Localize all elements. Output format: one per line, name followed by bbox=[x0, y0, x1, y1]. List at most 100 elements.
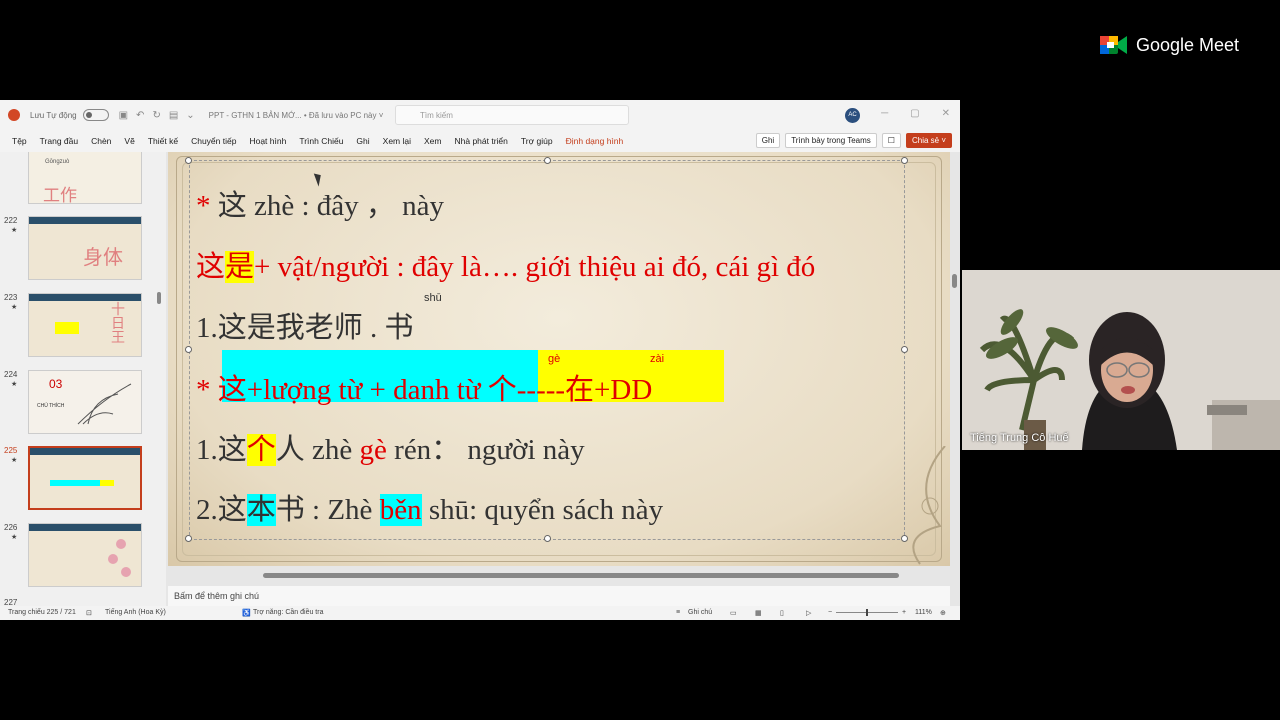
slide-thumbnail[interactable]: 03 CHÚ THÍCH bbox=[28, 370, 142, 434]
thumbnail-scrollbar[interactable] bbox=[157, 292, 161, 304]
bullet-star: * bbox=[196, 190, 211, 222]
save-icon[interactable]: ▣ bbox=[119, 110, 128, 121]
thumbnail-highlight bbox=[50, 480, 100, 486]
present-in-teams-button[interactable]: Trình bày trong Teams bbox=[785, 133, 877, 148]
powerpoint-logo-icon bbox=[8, 109, 20, 121]
resize-handle[interactable] bbox=[544, 535, 551, 542]
pinyin-annotation: gè bbox=[548, 353, 561, 365]
line-text: gè bbox=[359, 434, 387, 466]
transition-star-icon: ★ bbox=[11, 534, 18, 541]
highlighted-text: 本 bbox=[246, 494, 276, 526]
slide-thumbnail[interactable]: 十日王 bbox=[28, 293, 142, 357]
scroll-thumb[interactable] bbox=[263, 573, 899, 578]
slide-thumbnails-panel[interactable]: 工作 Gōngzuò 222 ★ 身体 223 ★ 十日王 224 ★ 03 C… bbox=[0, 152, 166, 606]
fit-slide-icon[interactable]: ⊕ bbox=[940, 609, 946, 617]
slide-number: 227 bbox=[4, 598, 18, 606]
tab-record[interactable]: Ghi bbox=[356, 136, 369, 146]
document-title[interactable]: PPT - GTHN 1 BẢN MỚ... • Đã lưu vào PC n… bbox=[209, 111, 384, 120]
more-icon[interactable]: ⌄ bbox=[186, 110, 194, 121]
participant-video-frame bbox=[962, 270, 1280, 450]
tab-shape-format[interactable]: Định dạng hình bbox=[566, 136, 624, 146]
resize-handle[interactable] bbox=[901, 157, 908, 164]
tab-developer[interactable]: Nhà phát triển bbox=[454, 136, 507, 146]
slide-vertical-scrollbar[interactable] bbox=[950, 152, 960, 566]
slide-line-2: 这是+ vật/người : đây là…. giới thiệu ai đ… bbox=[196, 243, 815, 285]
resize-handle[interactable] bbox=[185, 535, 192, 542]
normal-view-icon[interactable]: ▭ bbox=[730, 609, 737, 617]
slide-number: 223 bbox=[4, 293, 18, 302]
resize-handle[interactable] bbox=[901, 535, 908, 542]
scroll-thumb[interactable] bbox=[952, 274, 957, 288]
highlighted-text: 是 bbox=[225, 251, 255, 283]
slide-thumbnail[interactable] bbox=[28, 523, 142, 587]
tab-review[interactable]: Xem lại bbox=[383, 136, 411, 146]
notes-toggle[interactable]: Ghi chú bbox=[688, 609, 712, 616]
pinyin-annotation: zài bbox=[650, 353, 665, 365]
resize-handle[interactable] bbox=[185, 157, 192, 164]
redo-icon[interactable]: ↻ bbox=[152, 110, 160, 121]
slide-thumbnail[interactable]: 工作 Gōngzuò bbox=[28, 152, 142, 204]
slide-thumbnail[interactable]: 身体 bbox=[28, 216, 142, 280]
zoom-out-icon[interactable]: − bbox=[828, 609, 832, 616]
slide-line-4: * 这+lượng từ + danh từ 个-----在+DD bbox=[196, 366, 652, 408]
tab-design[interactable]: Thiết kế bbox=[148, 136, 178, 146]
slide-sorter-icon[interactable]: ▦ bbox=[755, 609, 762, 617]
line-text: 2.这 bbox=[196, 494, 247, 526]
thumbnail-text: CHÚ THÍCH bbox=[37, 403, 65, 409]
meet-brand-text: Google Meet bbox=[1136, 34, 1240, 55]
participant-video-tile[interactable]: Tiếng Trung Cô Huế bbox=[962, 270, 1280, 450]
slideshow-icon[interactable]: ▤ bbox=[169, 110, 178, 121]
slide-number: 225 bbox=[4, 446, 18, 455]
slide-line-1: * 这 zhè : đây ， này bbox=[196, 182, 444, 224]
user-avatar[interactable]: AC bbox=[845, 108, 860, 123]
slideshow-view-icon[interactable]: ▷ bbox=[806, 609, 811, 617]
ribbon-tabs: Tệp Trang đầu Chèn Vẽ Thiết kế Chuyển ti… bbox=[0, 130, 960, 152]
zoom-slider-thumb[interactable] bbox=[866, 609, 868, 616]
line-text: 书 : Zhè bbox=[275, 494, 380, 526]
thumbnail-text: 03 bbox=[49, 377, 63, 391]
line-text: 1.这是我老师 . 书 bbox=[196, 312, 414, 344]
tab-help[interactable]: Trợ giúp bbox=[521, 136, 553, 146]
zoom-level[interactable]: 111% bbox=[915, 609, 932, 616]
pinyin-annotation: shū bbox=[424, 292, 442, 304]
resize-handle[interactable] bbox=[544, 157, 551, 164]
thumbnail-header bbox=[29, 524, 141, 531]
status-bar: Trang chiếu 225 / 721 ⊡ Tiếng Anh (Hoa K… bbox=[0, 606, 960, 620]
tab-transitions[interactable]: Chuyển tiếp bbox=[191, 136, 236, 146]
autosave-toggle[interactable] bbox=[82, 109, 109, 121]
screen: Google Meet Tiếng Trung Cô Huế Lưu Tự độ… bbox=[0, 0, 1280, 720]
tab-home[interactable]: Trang đầu bbox=[40, 136, 78, 146]
slide-counter: Trang chiếu 225 / 721 bbox=[8, 609, 76, 616]
resize-handle[interactable] bbox=[901, 346, 908, 353]
notes-pane[interactable]: Bấm để thêm ghi chú bbox=[168, 586, 950, 606]
meet-camera-icon bbox=[1100, 36, 1127, 54]
tab-file[interactable]: Tệp bbox=[12, 136, 27, 146]
share-button[interactable]: Chia sẻ ˅ bbox=[905, 133, 952, 148]
slide-horizontal-scrollbar[interactable] bbox=[168, 570, 950, 582]
comments-icon[interactable]: ☐ bbox=[881, 133, 901, 148]
maximize-icon[interactable]: ▢ bbox=[910, 108, 919, 119]
close-icon[interactable]: ✕ bbox=[942, 108, 950, 119]
tab-view[interactable]: Xem bbox=[424, 136, 441, 146]
zoom-in-icon[interactable]: + bbox=[902, 609, 906, 616]
tab-draw[interactable]: Vẽ bbox=[124, 136, 134, 146]
spellcheck-icon[interactable]: ⊡ bbox=[86, 609, 92, 617]
accessibility-status[interactable]: Trợ năng: Cần điều tra bbox=[253, 609, 323, 616]
slide-line-3: 1.这是我老师 . 书 bbox=[196, 304, 414, 346]
accessibility-icon: ♿ bbox=[242, 610, 251, 617]
undo-icon[interactable]: ↶ bbox=[136, 110, 144, 121]
reading-view-icon[interactable]: ▯ bbox=[780, 609, 784, 617]
thumbnail-text: 身体 bbox=[83, 247, 123, 269]
line-text: shū: quyển sách này bbox=[421, 494, 664, 526]
tab-animations[interactable]: Hoạt hình bbox=[249, 136, 286, 146]
tab-insert[interactable]: Chèn bbox=[91, 136, 111, 146]
minimize-icon[interactable]: ─ bbox=[881, 108, 888, 119]
slide-number: 226 bbox=[4, 523, 18, 532]
tab-slideshow[interactable]: Trình Chiếu bbox=[299, 136, 343, 146]
search-box[interactable]: Tìm kiếm bbox=[395, 105, 629, 125]
language-indicator[interactable]: Tiếng Anh (Hoa Kỳ) bbox=[105, 609, 166, 616]
resize-handle[interactable] bbox=[185, 346, 192, 353]
line-text: 这 bbox=[196, 251, 226, 283]
slide-thumbnail-selected[interactable] bbox=[28, 446, 142, 510]
record-button[interactable]: Ghi bbox=[755, 133, 781, 148]
